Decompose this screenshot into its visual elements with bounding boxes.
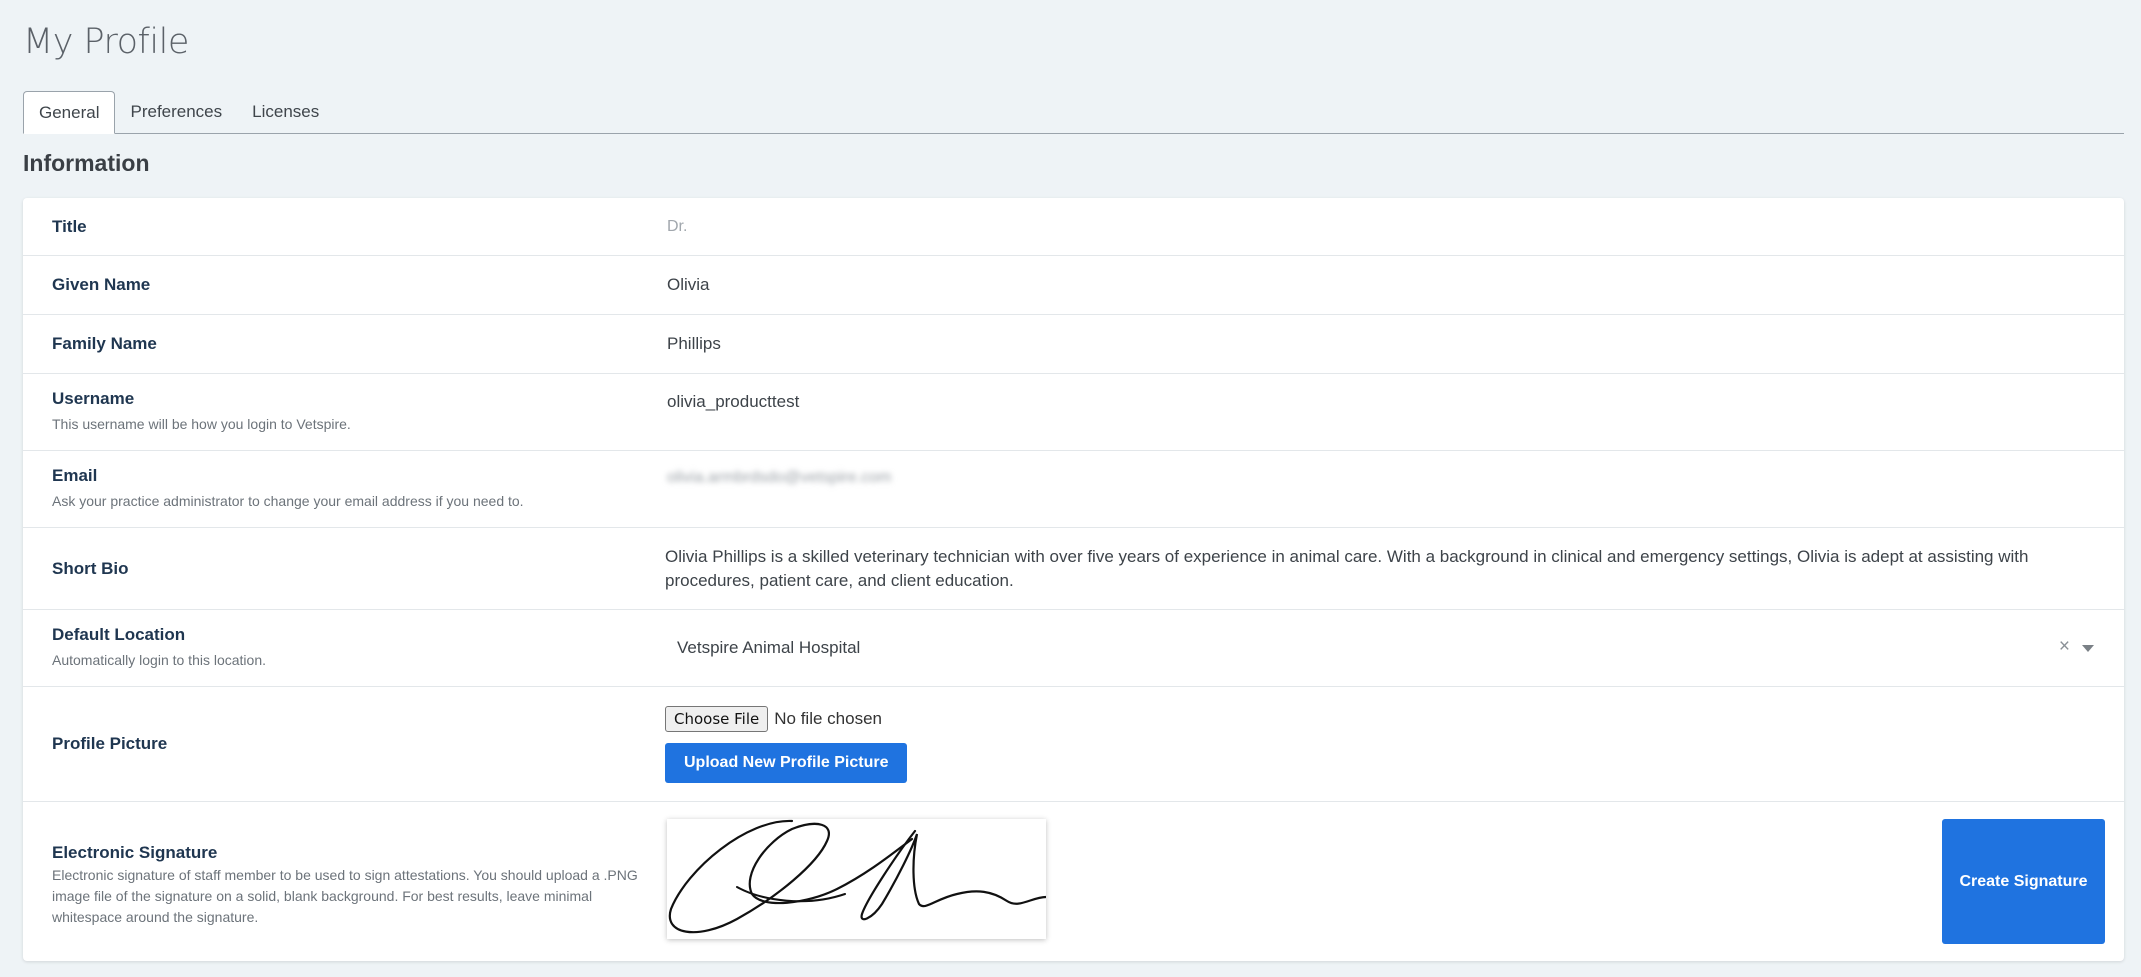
tab-general[interactable]: General <box>23 91 116 134</box>
electronic-signature-label: Electronic Signature <box>52 843 218 862</box>
email-label: Email <box>52 466 98 485</box>
email-value: olivia.armbrdsdo@vetspire.com <box>667 469 892 486</box>
short-bio-input[interactable]: Olivia Phillips is a skilled veterinary … <box>665 545 2104 593</box>
signature-image <box>667 819 1048 939</box>
username-label: Username <box>52 389 135 408</box>
clear-icon[interactable]: × <box>2059 636 2070 658</box>
given-name-input[interactable]: Olivia <box>667 275 710 295</box>
short-bio-label: Short Bio <box>52 558 129 578</box>
given-name-row: Given Name Olivia <box>23 256 2124 315</box>
chevron-down-icon[interactable] <box>2082 645 2094 652</box>
information-card: Title Dr. Given Name Olivia Family Name … <box>23 198 2124 961</box>
given-name-label: Given Name <box>52 275 151 294</box>
choose-file-button[interactable]: Choose File <box>665 705 769 732</box>
family-name-row: Family Name Phillips <box>23 315 2124 374</box>
short-bio-row: Short Bio Olivia Phillips is a skilled v… <box>23 528 2124 610</box>
title-row: Title Dr. <box>23 198 2124 256</box>
default-location-select[interactable]: Vetspire Animal Hospital × <box>667 626 2112 670</box>
file-input: Choose File No file chosen <box>665 705 882 732</box>
create-signature-button[interactable]: Create Signature <box>1942 819 2105 944</box>
username-input[interactable]: olivia_producttest <box>667 392 799 412</box>
no-file-text: No file chosen <box>774 708 882 728</box>
default-location-value: Vetspire Animal Hospital <box>677 638 861 657</box>
profile-tabs: General Preferences Licenses <box>23 91 2124 134</box>
tab-licenses[interactable]: Licenses <box>237 91 334 133</box>
profile-picture-label: Profile Picture <box>52 734 168 753</box>
username-hint: This username will be how you login to V… <box>52 416 351 432</box>
signature-drawing <box>668 819 1048 934</box>
family-name-input[interactable]: Phillips <box>667 334 721 354</box>
electronic-signature-row: Electronic Signature Electronic signatur… <box>23 802 2124 961</box>
username-row: Username This username will be how you l… <box>23 374 2124 451</box>
default-location-hint: Automatically login to this location. <box>52 652 266 668</box>
section-title: Information <box>23 150 150 176</box>
title-input[interactable]: Dr. <box>667 218 687 236</box>
email-row: Email Ask your practice administrator to… <box>23 451 2124 528</box>
default-location-label: Default Location <box>52 625 186 644</box>
default-location-row: Default Location Automatically login to … <box>23 610 2124 687</box>
electronic-signature-hint: Electronic signature of staff member to … <box>52 867 638 925</box>
family-name-label: Family Name <box>52 334 157 353</box>
page-title: My Profile <box>23 22 189 62</box>
title-label: Title <box>52 216 87 236</box>
upload-profile-picture-button[interactable]: Upload New Profile Picture <box>665 742 908 783</box>
email-hint: Ask your practice administrator to chang… <box>52 493 524 509</box>
profile-picture-row: Profile Picture Choose File No file chos… <box>23 687 2124 802</box>
tab-preferences[interactable]: Preferences <box>115 91 237 133</box>
